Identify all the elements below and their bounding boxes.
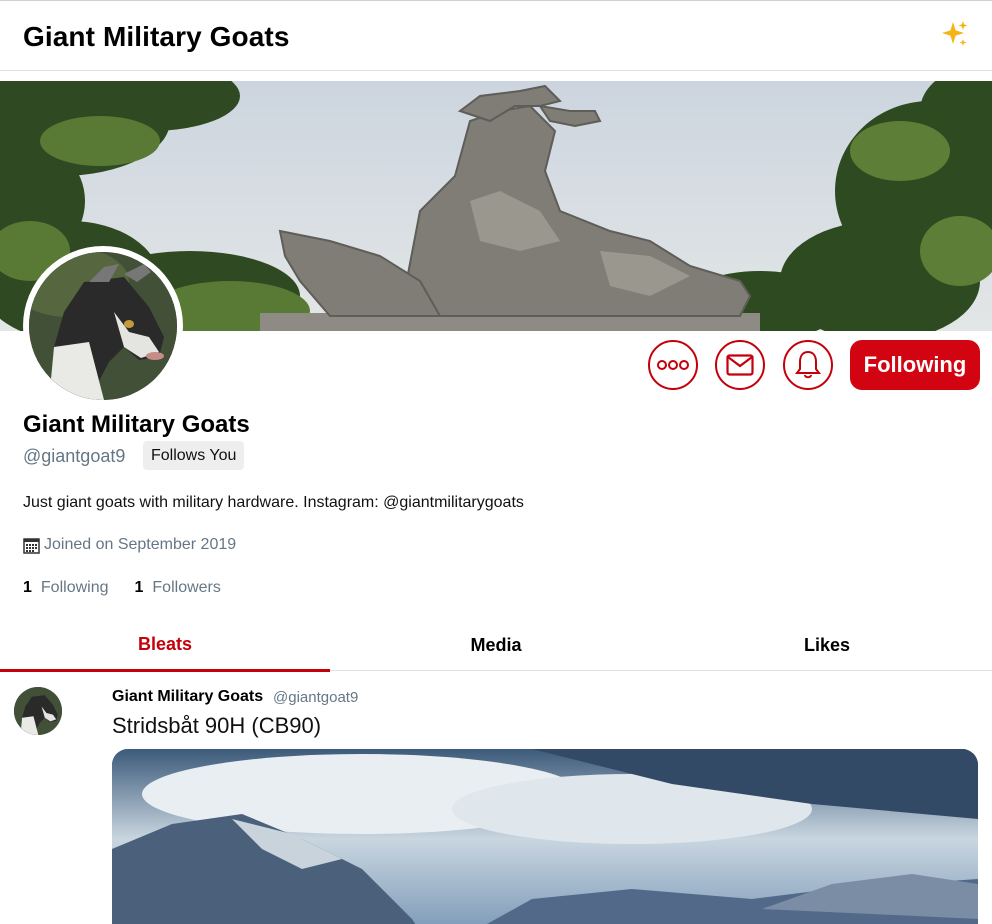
profile-avatar[interactable] — [23, 246, 183, 406]
calendar-icon — [23, 537, 40, 554]
following-count: 1 — [23, 579, 32, 596]
follows-you-badge: Follows You — [143, 441, 245, 470]
post-avatar[interactable] — [14, 687, 62, 735]
follow-stats: 1 Following 1 Followers — [23, 579, 221, 597]
page-title: Giant Military Goats — [23, 21, 290, 52]
more-options-icon — [657, 360, 689, 370]
notification-bell-icon — [795, 350, 821, 379]
notifications-button[interactable] — [783, 340, 833, 390]
tab-likes[interactable]: Likes — [662, 619, 992, 670]
message-button[interactable] — [715, 340, 765, 390]
followers-label[interactable]: Followers — [152, 579, 220, 596]
profile-bio: Just giant goats with military hardware.… — [23, 494, 524, 511]
joined-date: Joined on September 2019 — [23, 536, 236, 554]
joined-text: Joined on September 2019 — [44, 536, 237, 553]
tab-bleats[interactable]: Bleats — [0, 619, 330, 672]
top-bar: Giant Military Goats — [0, 0, 992, 71]
profile-handle: @giantgoat9 — [23, 446, 126, 466]
mail-icon — [726, 354, 754, 376]
post-text: Stridsbåt 90H (CB90) — [112, 713, 322, 738]
post-author-handle[interactable]: @giantgoat9 — [273, 689, 358, 706]
followers-stat[interactable]: 1 Followers — [135, 579, 221, 597]
more-options-button[interactable] — [648, 340, 698, 390]
avatar-image — [29, 252, 177, 400]
profile-name: Giant Military Goats — [23, 411, 250, 438]
following-stat[interactable]: 1 Following — [23, 579, 109, 597]
following-button[interactable]: Following — [850, 340, 980, 390]
profile-tabs: Bleats Media Likes — [0, 619, 992, 672]
following-label[interactable]: Following — [41, 579, 109, 596]
sparkles-icon[interactable] — [938, 19, 970, 51]
post-image[interactable] — [112, 749, 978, 924]
profile-page: Giant Military Goats Following Giant Mil… — [0, 0, 992, 924]
post-author-name[interactable]: Giant Military Goats — [112, 688, 263, 706]
followers-count: 1 — [134, 579, 144, 596]
tab-media[interactable]: Media — [330, 619, 662, 670]
